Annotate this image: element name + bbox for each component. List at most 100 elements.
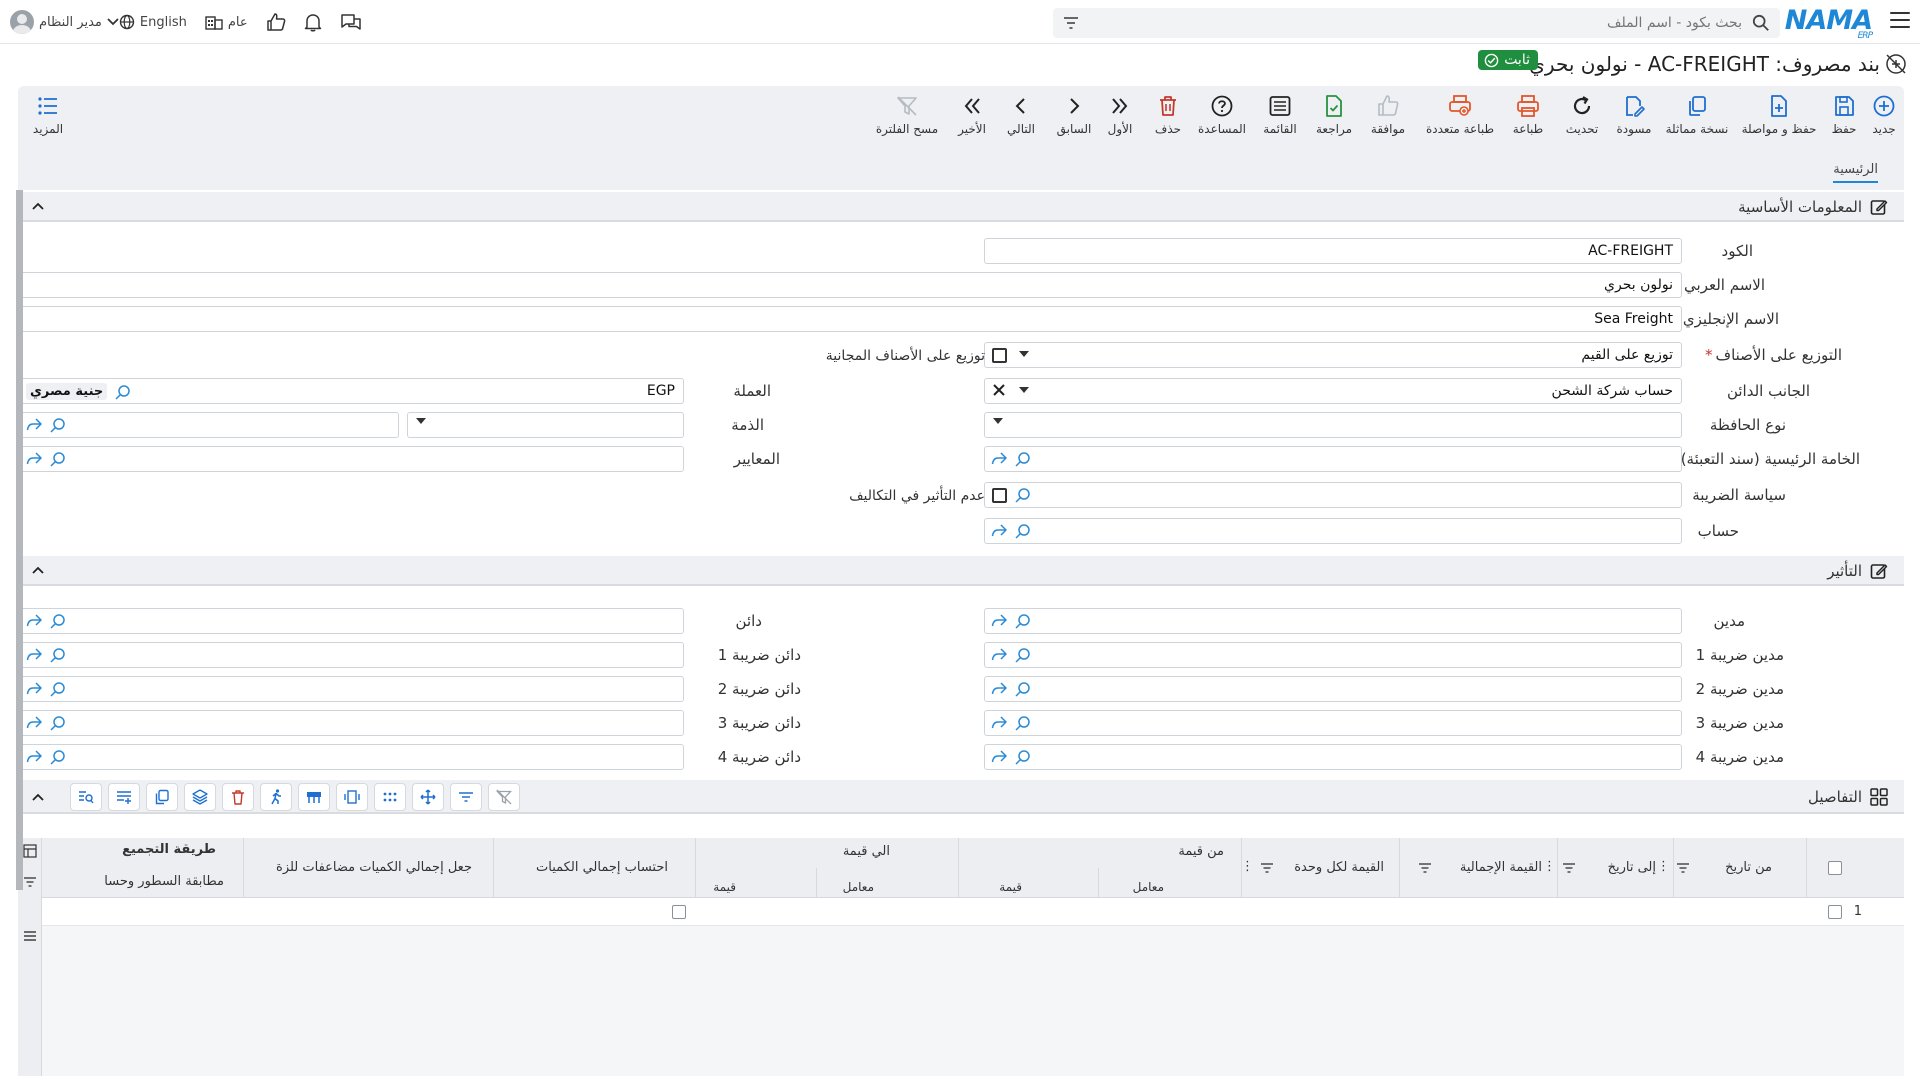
share-icon[interactable] xyxy=(26,750,42,764)
caret-down-icon[interactable] xyxy=(993,418,1003,424)
lookup-search-icon[interactable] xyxy=(1015,715,1031,731)
column-menu-icon[interactable]: ⋮ xyxy=(1241,859,1254,874)
last-record-button[interactable]: الأخير xyxy=(952,94,992,136)
credit-tax-4-lookup[interactable] xyxy=(19,744,684,770)
lookup-search-icon[interactable] xyxy=(50,681,66,697)
previous-record-button[interactable]: السابق xyxy=(1052,94,1096,136)
filter-lines-icon[interactable] xyxy=(23,876,37,888)
lookup-search-icon[interactable] xyxy=(50,647,66,663)
next-record-button[interactable]: التالي xyxy=(1002,94,1040,136)
currency-lookup[interactable]: EGP جنية مصري xyxy=(19,378,684,404)
row-calc-total-qty-checkbox[interactable] xyxy=(672,905,686,919)
table-settings-icon[interactable] xyxy=(23,844,37,858)
approve-button[interactable]: موافقة xyxy=(1366,94,1410,136)
share-icon[interactable] xyxy=(991,682,1007,696)
tab-main[interactable]: الرئيسية xyxy=(1833,162,1878,183)
code-input[interactable]: AC-FREIGHT xyxy=(984,238,1682,264)
criteria-lookup[interactable] xyxy=(19,446,684,472)
multi-print-button[interactable]: طباعة متعددة xyxy=(1422,94,1498,136)
lookup-search-icon[interactable] xyxy=(1015,647,1031,663)
hamburger-icon[interactable] xyxy=(23,930,37,942)
account-lookup[interactable] xyxy=(984,518,1682,544)
grid-dots-button[interactable] xyxy=(374,783,406,811)
select-all-checkbox[interactable] xyxy=(1828,861,1842,875)
share-icon[interactable] xyxy=(26,418,42,432)
lookup-search-icon[interactable] xyxy=(50,613,66,629)
new-button[interactable]: جديد xyxy=(1864,94,1904,136)
left-scroll-rail[interactable] xyxy=(16,190,23,890)
column-filter-icon[interactable] xyxy=(1260,863,1274,873)
first-record-button[interactable]: الأول xyxy=(1102,94,1138,136)
grid-search-button[interactable] xyxy=(70,783,102,811)
column-menu-icon[interactable]: ⋮ xyxy=(1543,859,1556,874)
search-icon[interactable] xyxy=(1752,14,1770,32)
lookup-search-icon[interactable] xyxy=(1015,749,1031,765)
share-icon[interactable] xyxy=(26,452,42,466)
grid-filter-button[interactable] xyxy=(450,783,482,811)
caret-down-icon[interactable] xyxy=(416,418,426,424)
thumbs-up-button[interactable] xyxy=(266,13,286,31)
column-filter-icon[interactable] xyxy=(1676,863,1690,873)
grid-copy-button[interactable] xyxy=(146,783,178,811)
wallet-type-select[interactable] xyxy=(984,412,1682,438)
clear-filter-button[interactable]: مسح الفلترة xyxy=(874,94,940,136)
lookup-search-icon[interactable] xyxy=(50,417,66,433)
nama-logo[interactable]: NAMA ERP xyxy=(1785,5,1873,41)
credit-tax-2-lookup[interactable] xyxy=(19,676,684,702)
list-button[interactable]: القائمة xyxy=(1258,94,1302,136)
credit-tax-3-lookup[interactable] xyxy=(19,710,684,736)
share-icon[interactable] xyxy=(991,750,1007,764)
grid-table-button[interactable] xyxy=(298,783,330,811)
share-icon[interactable] xyxy=(991,614,1007,628)
liability-lookup[interactable] xyxy=(19,412,399,438)
debit-lookup[interactable] xyxy=(984,608,1682,634)
lookup-search-icon[interactable] xyxy=(1015,523,1031,539)
scope-switch[interactable]: عام xyxy=(205,14,248,30)
delete-button[interactable]: حذف xyxy=(1150,94,1186,136)
more-button[interactable]: المزيد xyxy=(26,94,70,136)
credit-lookup[interactable] xyxy=(19,608,684,634)
print-button[interactable]: طباعة xyxy=(1508,94,1548,136)
notifications-button[interactable] xyxy=(304,13,322,32)
lookup-search-icon[interactable] xyxy=(50,715,66,731)
free-items-checkbox[interactable] xyxy=(992,348,1007,363)
grid-add-lines-button[interactable] xyxy=(108,783,140,811)
lookup-search-icon[interactable] xyxy=(1015,613,1031,629)
grid-move-button[interactable] xyxy=(412,783,444,811)
column-filter-icon[interactable] xyxy=(1562,863,1576,873)
search-input[interactable] xyxy=(1122,8,1742,38)
share-icon[interactable] xyxy=(991,648,1007,662)
help-button[interactable]: المساعدة xyxy=(1194,94,1250,136)
lookup-search-icon[interactable] xyxy=(115,384,131,400)
user-menu[interactable]: مدير النظام xyxy=(10,10,119,34)
creditor-select[interactable]: حساب شركة الشحن xyxy=(984,378,1682,404)
refresh-button[interactable]: تحديث xyxy=(1560,94,1604,136)
review-button[interactable]: مراجعة xyxy=(1312,94,1356,136)
lookup-search-icon[interactable] xyxy=(50,749,66,765)
save-button[interactable]: حفظ xyxy=(1824,94,1864,136)
tax-policy-lookup[interactable] xyxy=(984,482,1682,508)
lookup-search-icon[interactable] xyxy=(1015,451,1031,467)
debit-tax-3-lookup[interactable] xyxy=(984,710,1682,736)
english-name-input[interactable]: Sea Freight xyxy=(19,306,1682,332)
column-filter-icon[interactable] xyxy=(1418,863,1432,873)
share-icon[interactable] xyxy=(26,614,42,628)
share-icon[interactable] xyxy=(991,452,1007,466)
basic-info-collapse-button[interactable] xyxy=(32,198,44,214)
debit-tax-4-lookup[interactable] xyxy=(984,744,1682,770)
table-row[interactable]: 1 xyxy=(42,898,1904,926)
caret-down-icon[interactable] xyxy=(1019,351,1029,357)
grid-layers-button[interactable] xyxy=(184,783,216,811)
share-icon[interactable] xyxy=(991,524,1007,538)
grid-clear-filter-button[interactable] xyxy=(488,783,520,811)
lookup-search-icon[interactable] xyxy=(1015,681,1031,697)
details-collapse-button[interactable] xyxy=(32,789,44,805)
messages-button[interactable] xyxy=(340,13,362,32)
caret-down-icon[interactable] xyxy=(1019,387,1029,393)
hamburger-menu-icon[interactable] xyxy=(1890,12,1910,30)
debit-tax-1-lookup[interactable] xyxy=(984,642,1682,668)
clear-icon[interactable] xyxy=(993,384,1005,396)
draft-button[interactable]: مسودة xyxy=(1610,94,1658,136)
share-icon[interactable] xyxy=(26,648,42,662)
save-continue-button[interactable]: حفظ و مواصلة xyxy=(1738,94,1820,136)
